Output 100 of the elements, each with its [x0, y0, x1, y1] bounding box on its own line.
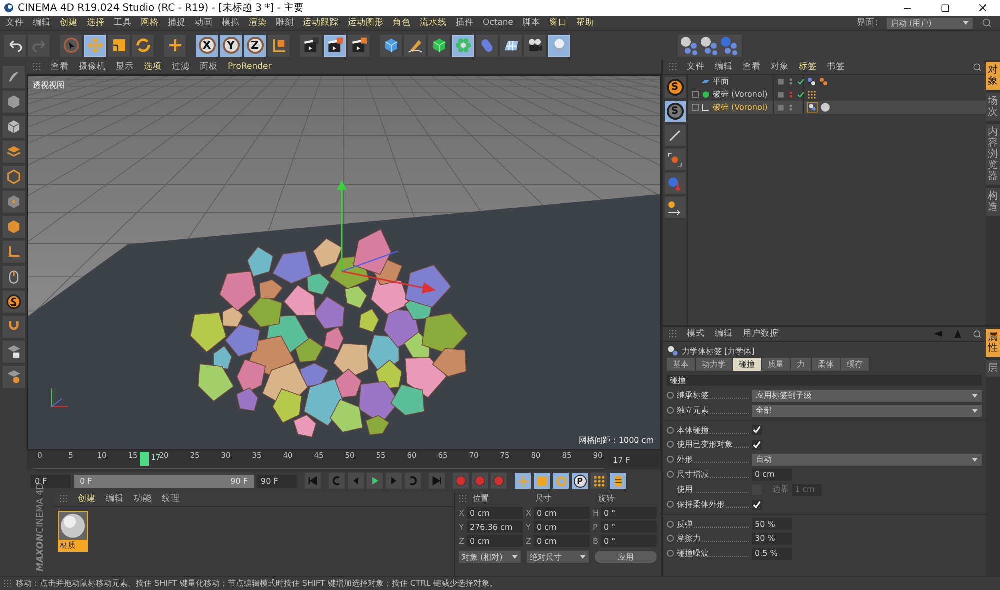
object-tool-button[interactable]: [664, 197, 686, 218]
tool-button[interactable]: [524, 34, 546, 56]
viewport[interactable]: 透视视图 网格间距 : 1000 cm: [27, 75, 661, 450]
snap-tool-button[interactable]: S: [664, 101, 686, 122]
material-menu-item[interactable]: 创建: [78, 493, 96, 505]
viewport-menu-item[interactable]: 查看: [51, 61, 69, 73]
attribute-tab[interactable]: 力: [791, 358, 811, 371]
menu-item[interactable]: 工具: [114, 17, 132, 29]
object-menu-item[interactable]: 文件: [687, 61, 705, 73]
menu-item[interactable]: 动画: [195, 17, 213, 29]
playhead[interactable]: [140, 452, 150, 466]
side-tab[interactable]: 层: [986, 360, 1000, 377]
mode-button[interactable]: [2, 241, 24, 263]
dynamics-tag-icon[interactable]: [807, 102, 818, 113]
object-menu-item[interactable]: 标签: [799, 61, 817, 73]
menu-item[interactable]: 渲染: [249, 17, 267, 29]
menu-item[interactable]: 流水线: [420, 17, 447, 29]
mode-button[interactable]: [2, 291, 24, 313]
menu-item[interactable]: 角色: [393, 17, 411, 29]
transport-button[interactable]: [453, 473, 469, 489]
search-icon[interactable]: [973, 62, 982, 72]
key-mode-button[interactable]: P: [572, 473, 588, 489]
viewport-menu-item[interactable]: 选项: [144, 61, 162, 73]
mode-button[interactable]: [2, 316, 24, 338]
animate-dot-icon[interactable]: [667, 456, 674, 463]
property-field[interactable]: 0.5 %: [752, 548, 792, 560]
menu-item[interactable]: Octane: [483, 18, 514, 28]
mode-button[interactable]: [2, 141, 24, 163]
transport-button[interactable]: [472, 473, 488, 489]
coordinate-field[interactable]: 0 °: [601, 507, 657, 519]
property-dropdown[interactable]: 自动: [752, 454, 982, 466]
coordinate-field[interactable]: 0 cm: [534, 521, 590, 533]
coordinate-field[interactable]: 0 °: [601, 521, 657, 533]
animate-dot-icon[interactable]: [667, 501, 674, 508]
side-tab[interactable]: 构造: [986, 188, 1000, 216]
object-menu-item[interactable]: 书签: [827, 61, 845, 73]
viewport-menu-item[interactable]: ProRender: [228, 62, 272, 72]
axis-lock-button[interactable]: Z: [244, 34, 266, 56]
mode-button[interactable]: [2, 116, 24, 138]
tool-button[interactable]: [500, 34, 522, 56]
coordinate-field[interactable]: 0 cm: [534, 535, 590, 547]
menu-item[interactable]: 创建: [60, 17, 78, 29]
property-dropdown[interactable]: 全部: [752, 404, 982, 416]
coordinate-field[interactable]: 276.36 cm: [467, 521, 523, 533]
object-menu-item[interactable]: 查看: [743, 61, 761, 73]
tag-spheres-icon[interactable]: [807, 76, 817, 86]
animate-dot-icon[interactable]: [667, 392, 674, 399]
animate-dot-icon[interactable]: [667, 520, 674, 528]
tool-button[interactable]: [404, 34, 426, 56]
shader-presets-button[interactable]: [678, 34, 742, 56]
attribute-tab[interactable]: 碰撞: [733, 358, 761, 371]
size-mode-dropdown[interactable]: 绝对尺寸: [527, 551, 589, 563]
attribute-tab[interactable]: 质量: [762, 358, 790, 371]
tag-icon[interactable]: [819, 76, 829, 86]
end-frame-field[interactable]: 90 F: [257, 474, 297, 488]
coordinate-field[interactable]: 0 cm: [467, 507, 523, 519]
object-tool-button[interactable]: [664, 149, 686, 170]
axis-lock-button[interactable]: X: [196, 34, 218, 56]
coordinate-field[interactable]: 0 cm: [467, 535, 523, 547]
mode-button[interactable]: [2, 341, 24, 363]
animate-dot-icon[interactable]: [667, 426, 674, 434]
transport-button[interactable]: [491, 473, 507, 489]
menu-item[interactable]: 捕捉: [168, 17, 186, 29]
coordinate-field[interactable]: 0 °: [601, 535, 657, 547]
material-tag-icon[interactable]: [820, 102, 831, 113]
tool-button[interactable]: [348, 34, 370, 56]
property-checkbox[interactable]: [752, 500, 762, 510]
mode-button[interactable]: [2, 66, 24, 88]
property-field[interactable]: 30 %: [752, 532, 792, 544]
menu-item[interactable]: 雕刻: [276, 17, 294, 29]
property-checkbox[interactable]: [752, 440, 762, 450]
menu-item[interactable]: 窗口: [550, 17, 568, 29]
material-menu-item[interactable]: 功能: [134, 493, 152, 505]
viewport-menu-item[interactable]: 面板: [200, 61, 218, 73]
dot-grid-icon[interactable]: [807, 90, 817, 100]
menu-item[interactable]: 脚本: [522, 17, 541, 29]
menu-item[interactable]: 模拟: [222, 17, 240, 29]
close-icon[interactable]: [977, 2, 989, 14]
attribute-tab[interactable]: 动力学: [696, 358, 732, 371]
tool-button[interactable]: [300, 34, 322, 56]
animate-dot-icon[interactable]: [667, 407, 674, 414]
material-menu-item[interactable]: 编辑: [106, 493, 124, 505]
coordinate-mode-dropdown[interactable]: 对象 (相对): [459, 551, 521, 563]
mode-button[interactable]: [2, 166, 24, 188]
menu-item[interactable]: 插件: [456, 17, 474, 29]
tool-button[interactable]: [380, 34, 402, 56]
menu-item[interactable]: 选择: [87, 17, 105, 29]
animate-dot-icon[interactable]: [667, 535, 674, 542]
tool-button[interactable]: [4, 34, 26, 56]
visibility-dots-icon[interactable]: [787, 90, 795, 98]
animate-dot-icon[interactable]: [667, 550, 674, 557]
frame-range-slider[interactable]: 0 F 90 F: [74, 474, 254, 488]
property-field[interactable]: 0 cm: [752, 468, 792, 480]
current-frame-field[interactable]: 17 F: [609, 454, 659, 466]
animate-dot-icon[interactable]: [667, 441, 674, 448]
tool-button[interactable]: [324, 34, 346, 56]
menu-item[interactable]: 运动图形: [348, 17, 384, 29]
menu-item[interactable]: 网格: [141, 17, 159, 29]
key-mode-button[interactable]: [591, 473, 607, 489]
menu-item[interactable]: 帮助: [576, 17, 595, 29]
